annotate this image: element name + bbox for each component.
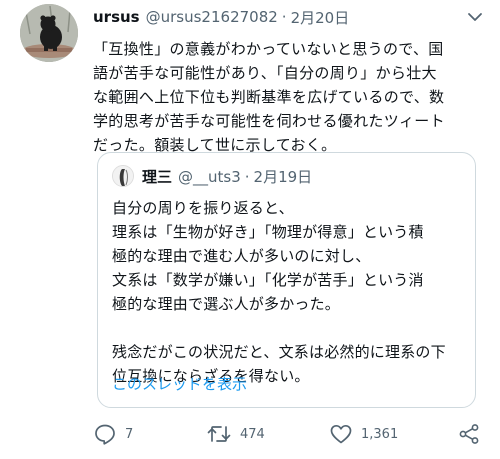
heart-icon [330, 424, 352, 444]
like-button[interactable]: 1,361 [329, 422, 398, 446]
reply-count: 7 [125, 426, 134, 442]
tweet-date[interactable]: 2月20日 [291, 7, 350, 28]
author-handle[interactable]: @ursus21627082 [146, 8, 278, 26]
retweet-count: 474 [240, 426, 265, 442]
retweet-button[interactable]: 474 [206, 422, 265, 446]
like-count: 1,361 [361, 426, 399, 442]
quoted-header-separator: · [244, 167, 250, 186]
quoted-tweet-text: 自分の周りを振り返ると、 理系は「生物が好き」「物理が得意」という積 極的な理由… [112, 199, 446, 385]
show-thread-link[interactable]: このスレッドを表示 [112, 373, 247, 394]
quoted-author-handle: @__uts3 [178, 167, 241, 186]
quoted-tweet-date: 2月19日 [253, 168, 313, 186]
quoted-author-name: 理三 [142, 168, 173, 186]
share-button[interactable] [457, 422, 481, 446]
share-icon [459, 424, 479, 444]
retweet-icon [207, 426, 231, 442]
quoted-tweet[interactable]: 理三 @__uts3 · 2月19日 自分の周りを振り返ると、 理系は「生物が好… [97, 152, 476, 408]
quoted-author-avatar [112, 165, 134, 187]
tweet-text: 「互換性」の意義がわかっていないと思うので、国 語が苦手な可能性があり、「自分の… [93, 40, 445, 154]
author-name[interactable]: ursus [93, 8, 140, 26]
reply-icon [95, 424, 115, 445]
tweet-header: ursus @ursus21627082 · 2月20日 [93, 6, 486, 28]
more-options-icon[interactable] [466, 10, 484, 24]
header-separator: · [281, 8, 287, 26]
tweet-actions: 7 474 1,361 [93, 422, 485, 446]
quoted-tweet-header: 理三 @__uts3 · 2月19日 [142, 166, 465, 187]
author-avatar[interactable] [20, 4, 78, 62]
reply-button[interactable]: 7 [93, 422, 133, 446]
